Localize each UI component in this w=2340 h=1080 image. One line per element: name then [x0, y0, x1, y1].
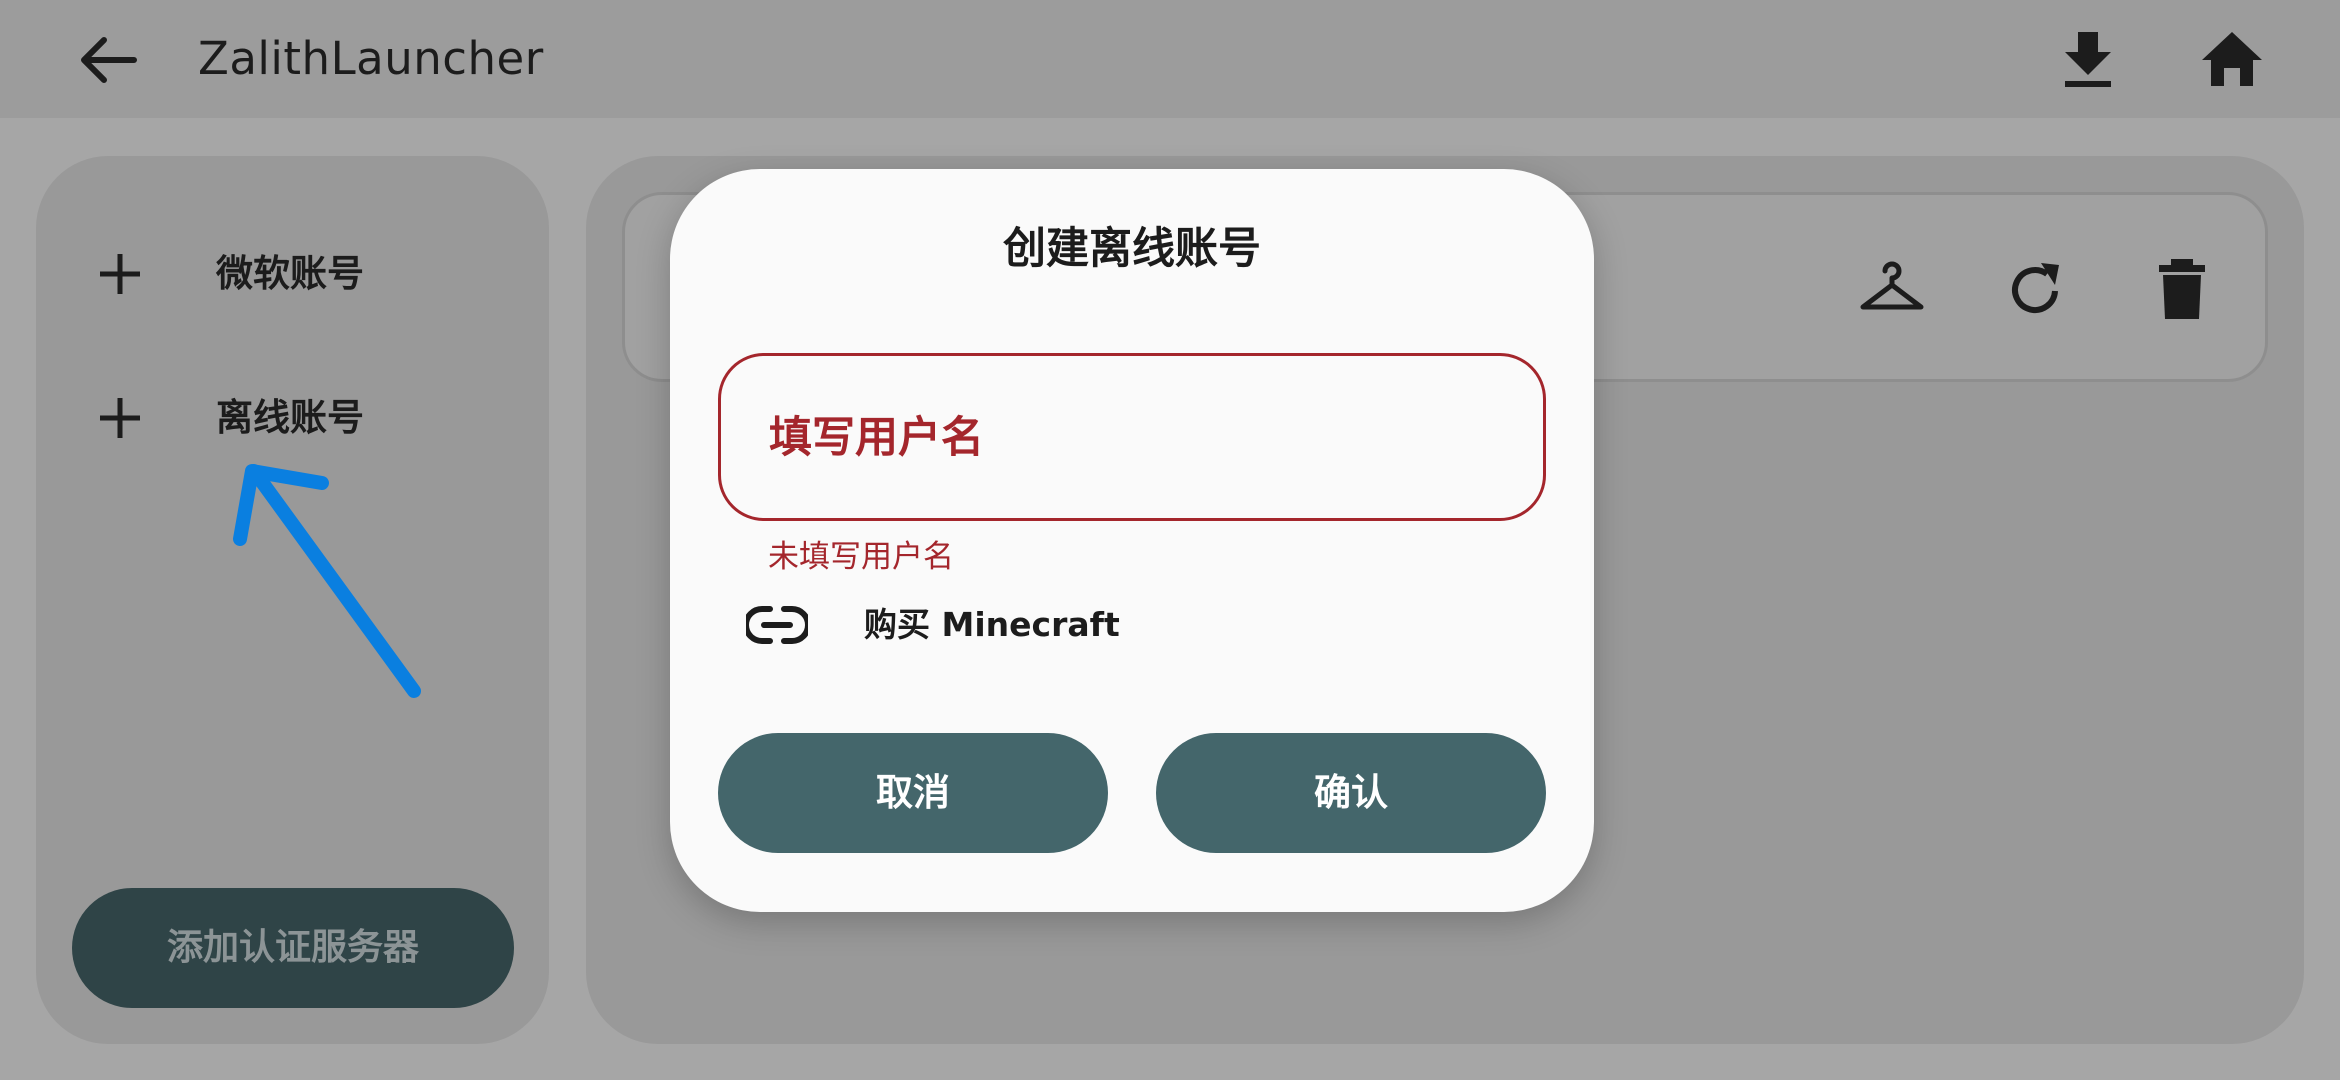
trash-icon: [2159, 259, 2205, 319]
username-input[interactable]: [767, 356, 1491, 520]
home-icon: [2202, 32, 2262, 86]
top-app-bar: ZalithLauncher: [0, 0, 2340, 118]
arrow-left-icon: [81, 37, 137, 83]
home-button[interactable]: [2200, 28, 2264, 90]
annotation-arrow-icon: [233, 464, 421, 698]
back-button[interactable]: [74, 30, 144, 90]
sidebar-item-label: 微软账号: [216, 252, 364, 295]
sidebar-item-label: 离线账号: [216, 396, 364, 439]
dialog-title: 创建离线账号: [1003, 224, 1261, 274]
plus-icon: [100, 398, 140, 438]
download-icon: [2065, 32, 2111, 87]
refresh-button[interactable]: [2003, 257, 2069, 323]
link-icon: [746, 606, 808, 644]
skin-button[interactable]: [1859, 257, 1925, 323]
delete-button[interactable]: [2149, 257, 2215, 323]
confirm-button[interactable]: 确认: [1156, 733, 1546, 853]
app-title: ZalithLauncher: [198, 32, 544, 85]
add-auth-server-button[interactable]: 添加认证服务器: [72, 888, 514, 1008]
create-offline-account-dialog: 创建离线账号 未填写用户名 购买 Minecraft 取消 确认: [670, 169, 1594, 912]
plus-icon: [100, 254, 140, 294]
buy-minecraft-link[interactable]: 购买 Minecraft: [746, 593, 1166, 657]
hanger-icon: [1860, 261, 1924, 310]
username-field[interactable]: [718, 353, 1546, 521]
sidebar-item-microsoft-account[interactable]: 微软账号: [96, 240, 516, 310]
buy-minecraft-label: 购买 Minecraft: [864, 605, 1120, 644]
username-error-text: 未填写用户名: [768, 539, 954, 575]
cancel-button[interactable]: 取消: [718, 733, 1108, 853]
refresh-icon: [2012, 263, 2059, 313]
download-button[interactable]: [2058, 28, 2118, 90]
sidebar-item-offline-account[interactable]: 离线账号: [96, 384, 516, 454]
